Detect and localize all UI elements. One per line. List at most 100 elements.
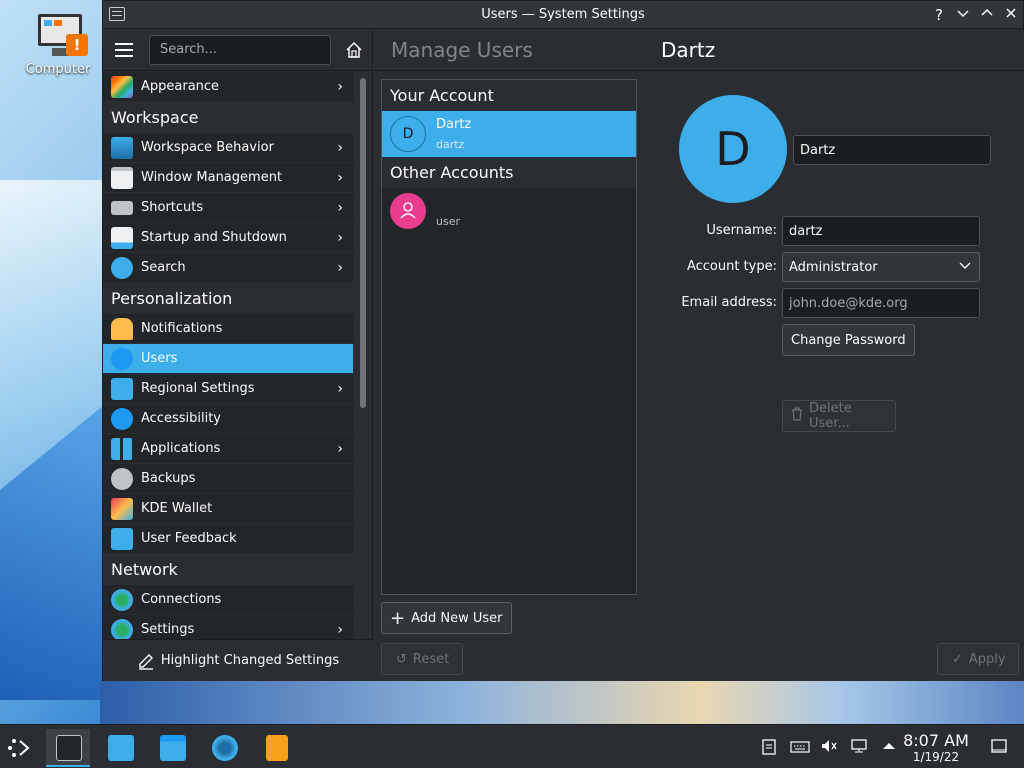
archive-icon (266, 735, 288, 761)
apply-button[interactable]: ✓ Apply (937, 643, 1019, 675)
search-input[interactable]: Search... (149, 35, 331, 65)
users-icon (111, 347, 133, 370)
change-password-label: Change Password (791, 332, 906, 348)
taskbar-system-settings[interactable] (46, 729, 90, 767)
application-launcher-icon[interactable] (0, 729, 44, 767)
sidebar-item-accessibility[interactable]: Accessibility (103, 404, 353, 434)
category-network: Network (103, 554, 353, 585)
chevron-right-icon: › (337, 79, 343, 95)
user-avatar-icon (390, 193, 426, 229)
sidebar-item-label: Backups (141, 471, 196, 486)
titlebar[interactable]: Users — System Settings ? (103, 1, 1023, 29)
close-button[interactable] (1001, 5, 1021, 25)
globe-icon (111, 618, 133, 641)
help-icon[interactable]: ? (929, 5, 949, 25)
category-personalization: Personalization (103, 283, 353, 314)
sidebar-item-applications[interactable]: Applications › (103, 434, 353, 464)
clock-time: 8:07 AM (903, 731, 969, 750)
sidebar-item-label: KDE Wallet (141, 501, 213, 516)
startup-shutdown-icon (111, 226, 133, 249)
maximize-button[interactable] (977, 5, 997, 25)
plus-icon: + (390, 607, 406, 629)
sidebar-item-window-management[interactable]: Window Management › (103, 163, 353, 193)
sidebar-item-label: Shortcuts (141, 200, 204, 215)
show-hidden-icons-arrow-icon[interactable] (880, 737, 898, 755)
sidebar-item-label: Settings (141, 622, 195, 637)
window-title: Users — System Settings (481, 7, 645, 22)
sidebar-item-user-feedback[interactable]: User Feedback (103, 524, 353, 554)
sidebar-scrollbar[interactable] (360, 78, 366, 408)
sidebar-item-label: Users (141, 351, 178, 366)
wallet-icon (111, 497, 133, 520)
content-area: Manage Users Dartz Your Account D Dartz … (374, 30, 1024, 681)
clock-date: 1/19/22 (912, 750, 960, 764)
account-type-value: Administrator (789, 259, 878, 275)
volume-muted-icon[interactable] (820, 737, 838, 755)
highlight-changed-settings-button[interactable]: Highlight Changed Settings (103, 639, 373, 681)
home-icon[interactable] (345, 41, 363, 59)
sidebar-item-users[interactable]: Users (103, 344, 353, 374)
minimize-button[interactable] (953, 5, 973, 25)
sidebar-item-label: Regional Settings (141, 381, 255, 396)
sidebar-item-label: Window Management (141, 170, 283, 185)
hamburger-menu-icon[interactable] (115, 43, 133, 57)
keyboard-icon (111, 200, 133, 215)
full-name-field[interactable]: Dartz (793, 135, 991, 165)
regional-settings-icon (111, 377, 133, 400)
add-user-label: Add New User (411, 610, 503, 626)
sidebar-item-shortcuts[interactable]: Shortcuts › (103, 193, 353, 223)
chevron-right-icon: › (337, 441, 343, 457)
delete-user-button[interactable]: Delete User... (782, 400, 896, 432)
sidebar-item-startup-shutdown[interactable]: Startup and Shutdown › (103, 223, 353, 253)
apply-label: Apply (968, 651, 1006, 667)
search-icon (111, 256, 133, 279)
sidebar-item-connections[interactable]: Connections (103, 585, 353, 615)
chevron-right-icon: › (337, 140, 343, 156)
sidebar-header: Search... (103, 30, 372, 71)
taskbar-discover[interactable] (98, 729, 142, 767)
sidebar-item-workspace-behavior[interactable]: Workspace Behavior › (103, 133, 353, 163)
other-accounts-header: Other Accounts (382, 157, 636, 188)
accounts-list: Your Account D Dartz dartz Other Account… (381, 79, 637, 595)
add-new-user-button[interactable]: + Add New User (381, 602, 512, 634)
sidebar-item-notifications[interactable]: Notifications (103, 314, 353, 344)
user-avatar[interactable]: D (679, 95, 787, 203)
breadcrumb-manage-users[interactable]: Manage Users (391, 38, 661, 62)
digital-clock[interactable]: 8:07 AM 1/19/22 (900, 731, 972, 764)
desktop-computer-icon[interactable]: ! Computer (20, 12, 96, 77)
account-type-select[interactable]: Administrator (782, 252, 980, 282)
network-icon[interactable] (850, 737, 868, 755)
window-management-icon (111, 166, 133, 189)
sidebar-item-label: Applications (141, 441, 221, 456)
page-title: Dartz (661, 38, 716, 62)
reset-button[interactable]: ↺ Reset (381, 643, 463, 675)
clipboard-icon[interactable] (760, 737, 778, 755)
globe-icon (212, 735, 238, 761)
taskbar-browser[interactable] (202, 729, 246, 767)
sidebar-item-regional-settings[interactable]: Regional Settings › (103, 374, 353, 404)
checkmark-icon: ✓ (952, 651, 963, 667)
show-desktop-icon[interactable] (990, 737, 1008, 755)
sidebar: Search... Appearance › Workspace Workspa… (103, 30, 373, 681)
accessibility-icon (111, 407, 133, 430)
taskbar-archive[interactable] (254, 729, 298, 767)
backups-icon (111, 467, 133, 490)
taskbar-dolphin[interactable] (150, 729, 194, 767)
chevron-right-icon: › (337, 170, 343, 186)
email-field[interactable]: john.doe@kde.org (782, 288, 980, 318)
sidebar-item-kde-wallet[interactable]: KDE Wallet (103, 494, 353, 524)
account-name: Dartz (436, 117, 472, 132)
pencil-icon (137, 652, 155, 670)
taskbar: 8:07 AM 1/19/22 (0, 724, 1024, 768)
sidebar-item-backups[interactable]: Backups (103, 464, 353, 494)
account-row-dartz[interactable]: D Dartz dartz (382, 111, 636, 157)
workspace-behavior-icon (111, 136, 133, 159)
reset-label: Reset (412, 651, 450, 667)
keyboard-layout-icon[interactable] (790, 737, 810, 755)
username-field[interactable]: dartz (782, 216, 980, 246)
account-row-user[interactable]: user (382, 188, 636, 234)
sidebar-item-appearance[interactable]: Appearance › (103, 72, 353, 102)
discover-store-icon (108, 735, 134, 761)
change-password-button[interactable]: Change Password (782, 324, 915, 356)
sidebar-item-search[interactable]: Search › (103, 253, 353, 283)
